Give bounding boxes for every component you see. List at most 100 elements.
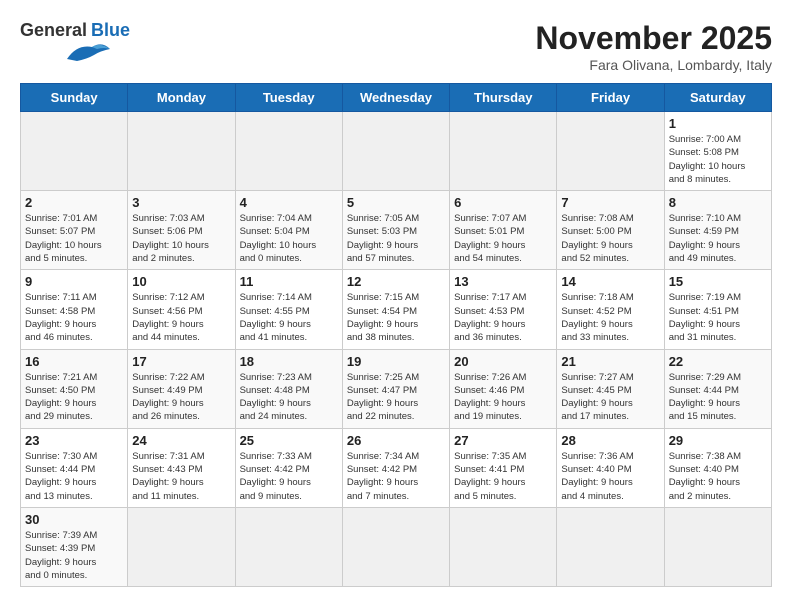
day-info: Sunrise: 7:15 AM Sunset: 4:54 PM Dayligh… xyxy=(347,291,445,344)
day-info: Sunrise: 7:25 AM Sunset: 4:47 PM Dayligh… xyxy=(347,371,445,424)
page-header: General Blue November 2025 Fara Olivana,… xyxy=(20,20,772,73)
day-info: Sunrise: 7:05 AM Sunset: 5:03 PM Dayligh… xyxy=(347,212,445,265)
day-number: 13 xyxy=(454,274,552,289)
day-info: Sunrise: 7:33 AM Sunset: 4:42 PM Dayligh… xyxy=(240,450,338,503)
calendar-cell: 26 Sunrise: 7:34 AM Sunset: 4:42 PM Dayli… xyxy=(342,428,449,507)
day-header-thursday: Thursday xyxy=(450,84,557,112)
logo-text-blue: Blue xyxy=(91,20,130,41)
calendar-cell: 14Sunrise: 7:18 AM Sunset: 4:52 PM Dayli… xyxy=(557,270,664,349)
day-info: Sunrise: 7:31 AM Sunset: 4:43 PM Dayligh… xyxy=(132,450,230,503)
day-number: 30 xyxy=(25,512,123,527)
calendar-week-row: 9 Sunrise: 7:11 AM Sunset: 4:58 PM Daylig… xyxy=(21,270,772,349)
day-info: Sunrise: 7:21 AM Sunset: 4:50 PM Dayligh… xyxy=(25,371,123,424)
day-info: Sunrise: 7:07 AM Sunset: 5:01 PM Dayligh… xyxy=(454,212,552,265)
title-block: November 2025 Fara Olivana, Lombardy, It… xyxy=(535,20,772,73)
calendar-cell: 22 Sunrise: 7:29 AM Sunset: 4:44 PM Dayli… xyxy=(664,349,771,428)
day-header-friday: Friday xyxy=(557,84,664,112)
day-info: Sunrise: 7:03 AM Sunset: 5:06 PM Dayligh… xyxy=(132,212,230,265)
day-number: 20 xyxy=(454,354,552,369)
calendar-week-row: 1Sunrise: 7:00 AM Sunset: 5:08 PM Daylig… xyxy=(21,112,772,191)
calendar-cell xyxy=(342,112,449,191)
calendar-cell: 25 Sunrise: 7:33 AM Sunset: 4:42 PM Dayli… xyxy=(235,428,342,507)
day-number: 28 xyxy=(561,433,659,448)
calendar-cell: 5 Sunrise: 7:05 AM Sunset: 5:03 PM Daylig… xyxy=(342,191,449,270)
calendar-cell: 30 Sunrise: 7:39 AM Sunset: 4:39 PM Dayli… xyxy=(21,507,128,586)
day-info: Sunrise: 7:39 AM Sunset: 4:39 PM Dayligh… xyxy=(25,529,123,582)
calendar-cell: 19 Sunrise: 7:25 AM Sunset: 4:47 PM Dayli… xyxy=(342,349,449,428)
calendar-cell: 11Sunrise: 7:14 AM Sunset: 4:55 PM Dayli… xyxy=(235,270,342,349)
day-number: 10 xyxy=(132,274,230,289)
day-info: Sunrise: 7:04 AM Sunset: 5:04 PM Dayligh… xyxy=(240,212,338,265)
day-info: Sunrise: 7:10 AM Sunset: 4:59 PM Dayligh… xyxy=(669,212,767,265)
day-header-wednesday: Wednesday xyxy=(342,84,449,112)
calendar-cell xyxy=(235,112,342,191)
day-info: Sunrise: 7:35 AM Sunset: 4:41 PM Dayligh… xyxy=(454,450,552,503)
calendar-cell xyxy=(128,112,235,191)
day-number: 9 xyxy=(25,274,123,289)
calendar-week-row: 2Sunrise: 7:01 AM Sunset: 5:07 PM Daylig… xyxy=(21,191,772,270)
calendar-cell: 3Sunrise: 7:03 AM Sunset: 5:06 PM Daylig… xyxy=(128,191,235,270)
day-number: 23 xyxy=(25,433,123,448)
logo-bird-icon xyxy=(62,39,112,69)
day-header-sunday: Sunday xyxy=(21,84,128,112)
day-number: 17 xyxy=(132,354,230,369)
calendar-cell: 15 Sunrise: 7:19 AM Sunset: 4:51 PM Dayli… xyxy=(664,270,771,349)
day-number: 29 xyxy=(669,433,767,448)
logo-text-general: General xyxy=(20,20,87,41)
day-number: 18 xyxy=(240,354,338,369)
calendar-cell xyxy=(342,507,449,586)
calendar-cell: 17 Sunrise: 7:22 AM Sunset: 4:49 PM Dayli… xyxy=(128,349,235,428)
calendar-cell: 2Sunrise: 7:01 AM Sunset: 5:07 PM Daylig… xyxy=(21,191,128,270)
day-info: Sunrise: 7:18 AM Sunset: 4:52 PM Dayligh… xyxy=(561,291,659,344)
day-number: 15 xyxy=(669,274,767,289)
day-number: 4 xyxy=(240,195,338,210)
day-info: Sunrise: 7:34 AM Sunset: 4:42 PM Dayligh… xyxy=(347,450,445,503)
calendar-cell: 29 Sunrise: 7:38 AM Sunset: 4:40 PM Dayli… xyxy=(664,428,771,507)
logo: General Blue xyxy=(20,20,130,69)
day-info: Sunrise: 7:30 AM Sunset: 4:44 PM Dayligh… xyxy=(25,450,123,503)
day-number: 2 xyxy=(25,195,123,210)
day-info: Sunrise: 7:00 AM Sunset: 5:08 PM Dayligh… xyxy=(669,133,767,186)
calendar-cell xyxy=(557,112,664,191)
day-number: 5 xyxy=(347,195,445,210)
day-number: 11 xyxy=(240,274,338,289)
calendar-cell xyxy=(235,507,342,586)
day-info: Sunrise: 7:11 AM Sunset: 4:58 PM Dayligh… xyxy=(25,291,123,344)
day-number: 26 xyxy=(347,433,445,448)
day-number: 22 xyxy=(669,354,767,369)
calendar-table: SundayMondayTuesdayWednesdayThursdayFrid… xyxy=(20,83,772,587)
calendar-cell: 28 Sunrise: 7:36 AM Sunset: 4:40 PM Dayli… xyxy=(557,428,664,507)
calendar-cell: 7Sunrise: 7:08 AM Sunset: 5:00 PM Daylig… xyxy=(557,191,664,270)
day-info: Sunrise: 7:12 AM Sunset: 4:56 PM Dayligh… xyxy=(132,291,230,344)
day-info: Sunrise: 7:38 AM Sunset: 4:40 PM Dayligh… xyxy=(669,450,767,503)
calendar-cell: 9 Sunrise: 7:11 AM Sunset: 4:58 PM Daylig… xyxy=(21,270,128,349)
day-number: 6 xyxy=(454,195,552,210)
day-info: Sunrise: 7:17 AM Sunset: 4:53 PM Dayligh… xyxy=(454,291,552,344)
day-info: Sunrise: 7:08 AM Sunset: 5:00 PM Dayligh… xyxy=(561,212,659,265)
day-info: Sunrise: 7:26 AM Sunset: 4:46 PM Dayligh… xyxy=(454,371,552,424)
calendar-week-row: 16 Sunrise: 7:21 AM Sunset: 4:50 PM Dayli… xyxy=(21,349,772,428)
day-number: 19 xyxy=(347,354,445,369)
calendar-week-row: 23 Sunrise: 7:30 AM Sunset: 4:44 PM Dayli… xyxy=(21,428,772,507)
day-number: 16 xyxy=(25,354,123,369)
day-info: Sunrise: 7:22 AM Sunset: 4:49 PM Dayligh… xyxy=(132,371,230,424)
day-info: Sunrise: 7:36 AM Sunset: 4:40 PM Dayligh… xyxy=(561,450,659,503)
day-header-monday: Monday xyxy=(128,84,235,112)
calendar-cell xyxy=(450,507,557,586)
calendar-cell: 1Sunrise: 7:00 AM Sunset: 5:08 PM Daylig… xyxy=(664,112,771,191)
calendar-cell: 4 Sunrise: 7:04 AM Sunset: 5:04 PM Daylig… xyxy=(235,191,342,270)
calendar-cell: 27Sunrise: 7:35 AM Sunset: 4:41 PM Dayli… xyxy=(450,428,557,507)
day-number: 25 xyxy=(240,433,338,448)
calendar-cell: 6 Sunrise: 7:07 AM Sunset: 5:01 PM Daylig… xyxy=(450,191,557,270)
day-number: 21 xyxy=(561,354,659,369)
day-info: Sunrise: 7:19 AM Sunset: 4:51 PM Dayligh… xyxy=(669,291,767,344)
calendar-cell: 16 Sunrise: 7:21 AM Sunset: 4:50 PM Dayli… xyxy=(21,349,128,428)
location-subtitle: Fara Olivana, Lombardy, Italy xyxy=(535,57,772,73)
calendar-cell: 24Sunrise: 7:31 AM Sunset: 4:43 PM Dayli… xyxy=(128,428,235,507)
day-info: Sunrise: 7:27 AM Sunset: 4:45 PM Dayligh… xyxy=(561,371,659,424)
calendar-cell: 12Sunrise: 7:15 AM Sunset: 4:54 PM Dayli… xyxy=(342,270,449,349)
calendar-cell: 13 Sunrise: 7:17 AM Sunset: 4:53 PM Dayli… xyxy=(450,270,557,349)
calendar-cell: 21 Sunrise: 7:27 AM Sunset: 4:45 PM Dayli… xyxy=(557,349,664,428)
day-info: Sunrise: 7:29 AM Sunset: 4:44 PM Dayligh… xyxy=(669,371,767,424)
calendar-cell: 18Sunrise: 7:23 AM Sunset: 4:48 PM Dayli… xyxy=(235,349,342,428)
